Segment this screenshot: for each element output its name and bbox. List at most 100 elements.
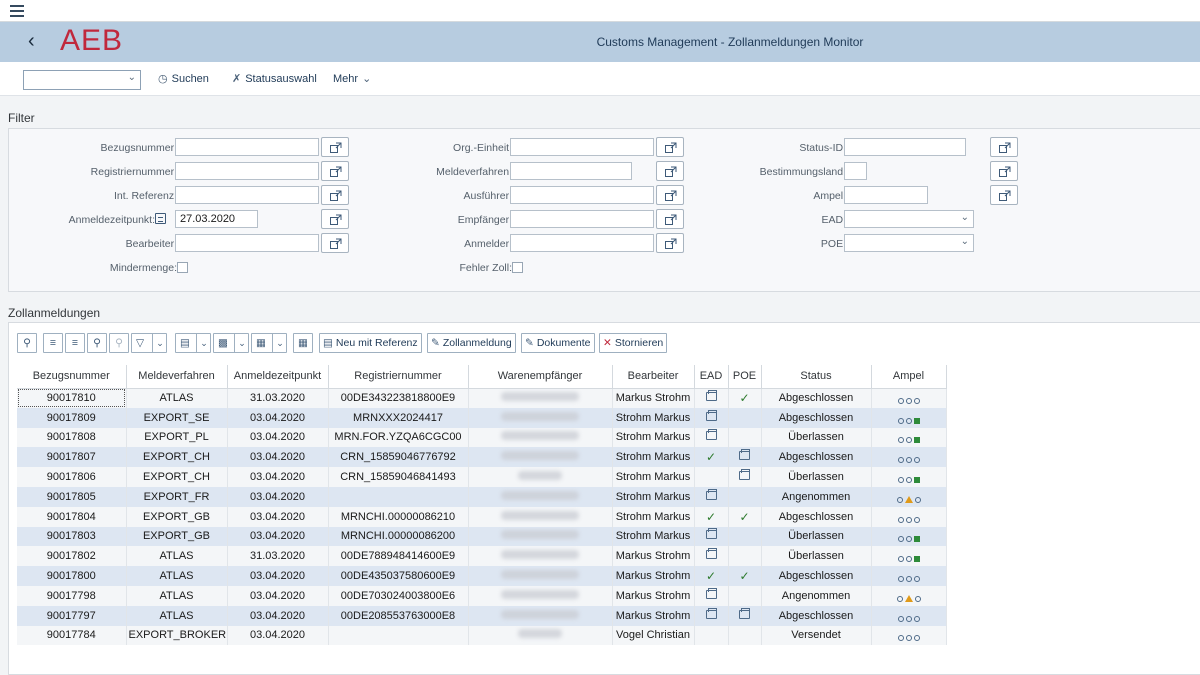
anmelder-multiselect-button[interactable] [656,233,684,253]
printer-icon[interactable] [705,390,717,402]
bezugsnummer-multiselect-button[interactable] [321,137,349,157]
zollanmeldung-button[interactable]: ✎ Zollanmeldung [427,333,516,353]
cell-poe[interactable] [728,447,762,468]
printer-icon[interactable] [705,548,717,560]
printer-icon[interactable] [705,429,717,441]
table-row[interactable]: 90017797 ATLAS 03.04.2020 00DE208553763000E… [17,605,947,626]
ampel-multiselect-button[interactable] [990,185,1018,205]
anmeldezeitpunkt-multiselect-button[interactable] [321,209,349,229]
col-header-ead[interactable]: EAD [694,365,729,389]
filter-dropdown-button[interactable]: ▽ ⌄ [131,333,167,353]
calendar-icon[interactable] [155,213,166,224]
variant-select[interactable]: ⌄ [23,70,141,90]
registriernummer-multiselect-button[interactable] [321,161,349,181]
table-row[interactable]: 90017798 ATLAS 03.04.2020 00DE703024003800E… [17,585,947,606]
back-arrow-icon[interactable]: ‹ [28,30,48,54]
printer-icon[interactable] [705,488,717,500]
dokumente-button[interactable]: ✎ Dokumente [521,333,595,353]
table-row[interactable]: 90017807 EXPORT_CH 03.04.2020 CRN_158590467… [17,447,947,468]
printer-icon[interactable] [739,449,750,461]
col-header-anmeldezeitpunkt[interactable]: Anmeldezeitpunkt [227,365,329,389]
col-header-registriernummer[interactable]: Registriernummer [328,365,469,389]
cell-bezugsnummer[interactable]: 90017784 [17,625,127,646]
bezugsnummer-input[interactable] [175,138,319,156]
org-einheit-multiselect-button[interactable] [656,137,684,157]
status-id-input[interactable] [844,138,966,156]
registriernummer-input[interactable] [175,162,319,180]
cell-ead[interactable] [694,486,729,507]
bearbeiter-multiselect-button[interactable] [321,233,349,253]
cell-bezugsnummer[interactable]: 90017797 [17,605,127,626]
cell-ead[interactable] [694,407,729,428]
cell-poe[interactable] [728,467,762,487]
printer-icon[interactable] [705,528,717,540]
cell-bezugsnummer[interactable]: 90017800 [17,566,127,586]
meldeverfahren-input[interactable] [510,162,632,180]
cell-bezugsnummer[interactable]: 90017808 [17,427,127,448]
table-row[interactable]: 90017809 EXPORT_SE 03.04.2020 MRNXXX2024417… [17,407,947,428]
table-row[interactable]: 90017803 EXPORT_GB 03.04.2020 MRNCHI.000000… [17,526,947,547]
int-referenz-multiselect-button[interactable] [321,185,349,205]
printer-icon[interactable] [705,607,717,619]
more-button[interactable]: Mehr ⌄ [333,72,375,85]
org-einheit-input[interactable] [510,138,654,156]
col-header-poe[interactable]: POE [728,365,762,389]
find-button[interactable]: ⚲ [87,333,107,353]
layout-dropdown-button[interactable]: ▦ ⌄ [251,333,287,353]
status-id-multiselect-button[interactable] [990,137,1018,157]
search-button[interactable]: ◷ Suchen [158,72,209,85]
cell-ead[interactable] [694,546,729,567]
cell-ead[interactable] [694,526,729,547]
ampel-input[interactable] [844,186,928,204]
anmelder-input[interactable] [510,234,654,252]
print-dropdown-button[interactable]: ▤ ⌄ [175,333,211,353]
sort-ascending-button[interactable]: ≡ [43,333,63,353]
zoom-details-button[interactable]: ⚲ [17,333,37,353]
empfaenger-input[interactable] [510,210,654,228]
cell-bezugsnummer[interactable]: 90017802 [17,546,127,567]
cell-ead[interactable] [694,427,729,448]
table-row[interactable]: 90017808 EXPORT_PL 03.04.2020 MRN.FOR.YZQA6… [17,427,947,448]
table-row[interactable]: 90017800 ATLAS 03.04.2020 00DE435037580600E… [17,566,947,586]
table-row[interactable]: 90017802 ATLAS 31.03.2020 00DE788948414600E… [17,546,947,567]
col-header-warenempfaenger[interactable]: Warenempfänger [468,365,613,389]
find-next-button[interactable]: ⚲ [109,333,129,353]
bearbeiter-input[interactable] [175,234,319,252]
table-row[interactable]: 90017806 EXPORT_CH 03.04.2020 CRN_158590468… [17,467,947,487]
printer-icon[interactable] [739,469,750,481]
cell-bezugsnummer[interactable]: 90017803 [17,526,127,547]
mindermenge-checkbox[interactable] [177,262,188,273]
table-row[interactable]: 90017784 EXPORT_BROKER 03.04.2020 Vogel Chr… [17,625,947,646]
empfaenger-multiselect-button[interactable] [656,209,684,229]
meldeverfahren-multiselect-button[interactable] [656,161,684,181]
col-header-status[interactable]: Status [761,365,872,389]
col-header-meldeverfahren[interactable]: Meldeverfahren [126,365,228,389]
cell-ead[interactable] [694,605,729,626]
col-header-bearbeiter[interactable]: Bearbeiter [612,365,695,389]
cell-bezugsnummer[interactable]: 90017806 [17,467,127,487]
cell-ead[interactable] [694,388,729,408]
cell-poe[interactable] [728,605,762,626]
cell-bezugsnummer[interactable]: 90017804 [17,506,127,527]
printer-icon[interactable] [705,409,717,421]
bestimmungsland-input[interactable] [844,162,867,180]
anmeldezeitpunkt-input[interactable]: 27.03.2020 [175,210,258,228]
ausfuehrer-input[interactable] [510,186,654,204]
poe-select[interactable]: ⌄ [844,234,974,252]
cell-bezugsnummer[interactable]: 90017798 [17,585,127,606]
cell-ead[interactable] [694,585,729,606]
cell-bezugsnummer[interactable]: 90017807 [17,447,127,468]
col-header-bezugsnummer[interactable]: Bezugsnummer [17,365,127,389]
export-dropdown-button[interactable]: ▩ ⌄ [213,333,249,353]
table-row[interactable]: 90017804 EXPORT_GB 03.04.2020 MRNCHI.000000… [17,506,947,527]
bestimmungsland-multiselect-button[interactable] [990,161,1018,181]
cell-bezugsnummer[interactable]: 90017810 [17,388,127,408]
column-settings-button[interactable]: ▦ [293,333,313,353]
ausfuehrer-multiselect-button[interactable] [656,185,684,205]
table-row[interactable]: 90017810 ATLAS 31.03.2020 00DE343223818800E… [17,388,947,408]
ead-select[interactable]: ⌄ [844,210,974,228]
printer-icon[interactable] [739,607,750,619]
cell-bezugsnummer[interactable]: 90017809 [17,407,127,428]
col-header-ampel[interactable]: Ampel [871,365,947,389]
hamburger-menu-icon[interactable] [10,5,24,17]
